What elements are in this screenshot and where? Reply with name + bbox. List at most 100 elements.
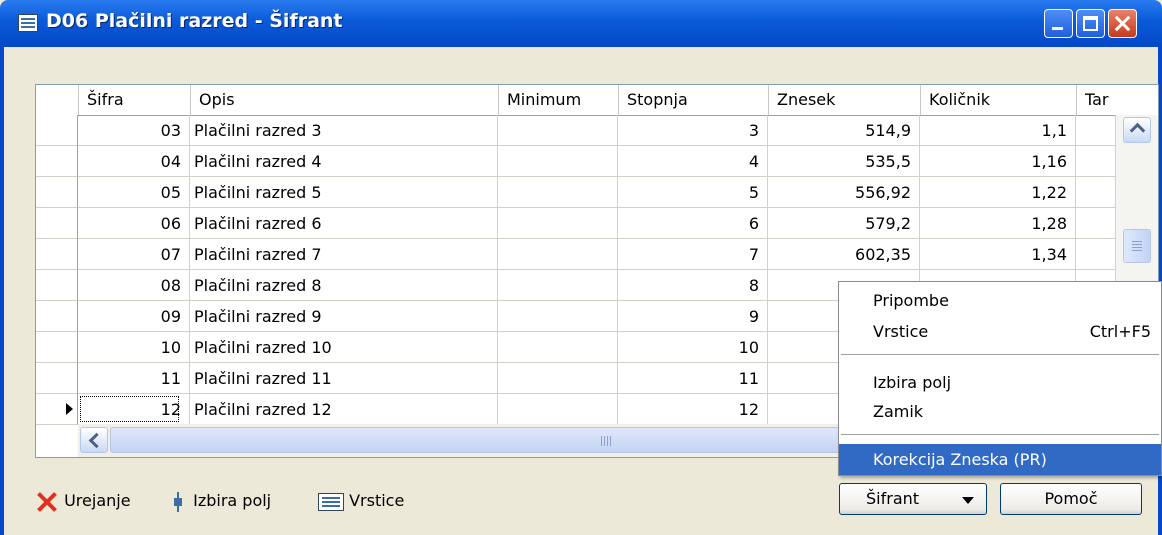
cell-znesek[interactable]: 556,92 [768,177,920,208]
table-row[interactable]: 03 Plačilni razred 3 3 514,9 1,1 [36,115,1116,146]
cell-opis[interactable]: Plačilni razred 4 [190,146,498,177]
row-selector[interactable] [36,363,78,394]
cell-znesek[interactable]: 514,9 [768,115,920,146]
row-selector[interactable] [36,146,78,177]
cell-stopnja[interactable]: 8 [618,270,768,301]
cell-tar[interactable] [1076,115,1116,146]
cell-stopnja[interactable]: 10 [618,332,768,363]
cell-kolicnik[interactable]: 1,34 [920,239,1076,270]
vertical-scroll-thumb[interactable] [1123,229,1151,263]
column-header-znesek[interactable]: Znesek [768,85,920,115]
minimize-button[interactable] [1044,9,1073,38]
column-header-sifra[interactable]: Šifra [78,85,190,115]
row-selector-current[interactable] [36,394,78,425]
menu-item-label: Korekcija Zneska (PR) [873,450,1047,469]
maximize-button[interactable] [1076,9,1105,38]
menu-item-izbira-polj[interactable]: Izbira polj [839,367,1161,398]
cell-stopnja[interactable]: 11 [618,363,768,394]
cell-tar[interactable] [1076,239,1116,270]
cell-stopnja[interactable]: 4 [618,146,768,177]
row-selector[interactable] [36,270,78,301]
cell-opis[interactable]: Plačilni razred 7 [190,239,498,270]
menu-item-pripombe[interactable]: Pripombe [839,285,1161,316]
scroll-left-button[interactable] [80,427,108,453]
table-row[interactable]: 05 Plačilni razred 5 5 556,92 1,22 [36,177,1116,208]
cell-opis[interactable]: Plačilni razred 8 [190,270,498,301]
cell-minimum[interactable] [498,208,618,239]
column-header-minimum[interactable]: Minimum [498,85,618,115]
cell-tar[interactable] [1076,177,1116,208]
cell-opis[interactable]: Plačilni razred 10 [190,332,498,363]
scroll-up-button[interactable] [1123,117,1151,143]
row-selector[interactable] [36,239,78,270]
cell-sifra[interactable]: 11 [78,363,190,394]
cell-opis[interactable]: Plačilni razred 12 [190,394,498,425]
sifrant-menu-button[interactable]: Šifrant [839,483,987,515]
column-header-kolicnik[interactable]: Količnik [920,85,1076,115]
cell-minimum[interactable] [498,146,618,177]
cell-sifra[interactable]: 05 [78,177,190,208]
menu-item-label: Vrstice [873,322,929,341]
cell-opis[interactable]: Plačilni razred 3 [190,115,498,146]
cell-sifra[interactable]: 08 [78,270,190,301]
row-selector[interactable] [36,301,78,332]
cell-minimum[interactable] [498,239,618,270]
izbira-polj-button[interactable]: Izbira polj [168,488,271,514]
menu-item-zamik[interactable]: Zamik [839,396,1161,427]
column-header-opis[interactable]: Opis [190,85,498,115]
menu-separator [841,434,1159,435]
cell-minimum[interactable] [498,177,618,208]
cell-znesek[interactable]: 579,2 [768,208,920,239]
cell-tar[interactable] [1076,208,1116,239]
cell-minimum[interactable] [498,301,618,332]
cell-stopnja[interactable]: 3 [618,115,768,146]
menu-item-label: Izbira polj [873,373,952,392]
row-selector[interactable] [36,177,78,208]
cell-sifra[interactable]: 03 [78,115,190,146]
urejanje-button[interactable]: Urejanje [35,488,131,514]
cell-minimum[interactable] [498,394,618,425]
cell-minimum[interactable] [498,332,618,363]
cell-kolicnik[interactable]: 1,16 [920,146,1076,177]
column-header-tar[interactable]: Tar [1076,85,1116,115]
cell-sifra[interactable]: 06 [78,208,190,239]
cell-minimum[interactable] [498,270,618,301]
row-selector[interactable] [36,208,78,239]
vrstice-button[interactable]: Vrstice [318,488,404,514]
cell-opis[interactable]: Plačilni razred 6 [190,208,498,239]
table-row[interactable]: 06 Plačilni razred 6 6 579,2 1,28 [36,208,1116,239]
cell-stopnja[interactable]: 6 [618,208,768,239]
cell-opis[interactable]: Plačilni razred 11 [190,363,498,394]
cell-minimum[interactable] [498,115,618,146]
window: D06 Plačilni razred - Šifrant Šifra Opis… [0,0,1162,535]
table-row[interactable]: 04 Plačilni razred 4 4 535,5 1,16 [36,146,1116,177]
menu-item-korekcija-zneska[interactable]: Korekcija Zneska (PR) [839,444,1161,475]
cell-sifra[interactable]: 12 [78,394,190,425]
cell-stopnja[interactable]: 12 [618,394,768,425]
cell-stopnja[interactable]: 5 [618,177,768,208]
cell-kolicnik[interactable]: 1,1 [920,115,1076,146]
cell-opis[interactable]: Plačilni razred 9 [190,301,498,332]
cell-sifra[interactable]: 04 [78,146,190,177]
cell-znesek[interactable]: 602,35 [768,239,920,270]
cell-kolicnik[interactable]: 1,22 [920,177,1076,208]
close-button[interactable] [1108,9,1137,38]
row-selector[interactable] [36,332,78,363]
menu-item-vrstice[interactable]: Vrstice Ctrl+F5 [839,316,1161,347]
cell-kolicnik[interactable]: 1,28 [920,208,1076,239]
title-bar[interactable]: D06 Plačilni razred - Šifrant [0,0,1162,47]
cell-minimum[interactable] [498,363,618,394]
cell-tar[interactable] [1076,146,1116,177]
urejanje-label: Urejanje [64,491,131,510]
cell-opis[interactable]: Plačilni razred 5 [190,177,498,208]
row-selector[interactable] [36,115,78,146]
table-row[interactable]: 07 Plačilni razred 7 7 602,35 1,34 [36,239,1116,270]
cell-stopnja[interactable]: 7 [618,239,768,270]
column-header-stopnja[interactable]: Stopnja [618,85,768,115]
cell-znesek[interactable]: 535,5 [768,146,920,177]
cell-sifra[interactable]: 07 [78,239,190,270]
help-button[interactable]: Pomoč [1000,483,1142,515]
cell-sifra[interactable]: 09 [78,301,190,332]
cell-stopnja[interactable]: 9 [618,301,768,332]
cell-sifra[interactable]: 10 [78,332,190,363]
